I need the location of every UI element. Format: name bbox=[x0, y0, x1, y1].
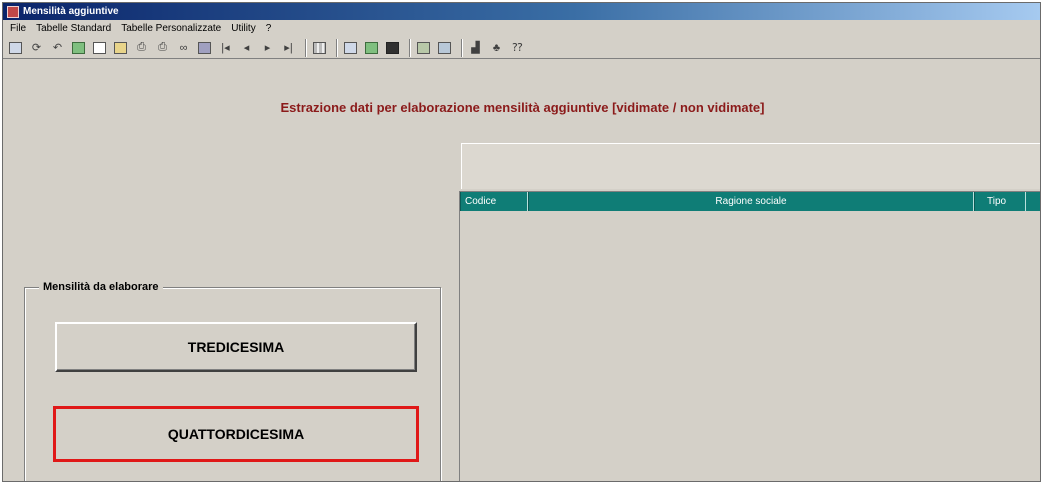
open-folder-icon[interactable] bbox=[112, 39, 129, 56]
title-bar[interactable]: Mensilità aggiuntive bbox=[3, 3, 1040, 20]
save-icon[interactable] bbox=[7, 39, 24, 56]
previous-record-icon[interactable]: ◂ bbox=[238, 39, 255, 56]
menu-file[interactable]: File bbox=[5, 23, 31, 34]
toolbar-separator bbox=[409, 38, 411, 57]
refresh-icon[interactable]: ⟳ bbox=[28, 39, 45, 56]
tree-icon[interactable]: ♣ bbox=[488, 39, 505, 56]
toolbar-separator bbox=[336, 38, 338, 57]
app-window: Mensilità aggiuntive File Tabelle Standa… bbox=[2, 2, 1041, 482]
grid-icon[interactable] bbox=[311, 39, 328, 56]
companies-grid[interactable]: Codice Ragione sociale Tipo bbox=[459, 191, 1040, 481]
menu-bar: File Tabelle Standard Tabelle Personaliz… bbox=[3, 20, 1040, 37]
toolbar-separator bbox=[305, 38, 307, 57]
toolbar-separator bbox=[461, 38, 463, 57]
column-header-codice[interactable]: Codice bbox=[460, 192, 528, 211]
help-icon[interactable]: ⁇ bbox=[509, 39, 526, 56]
toolbar: ⟳ ↶ ⎙ ⎙ ∞ |◂ ◂ ▸ ▸| ▟ ♣ ⁇ bbox=[3, 37, 1040, 59]
export-icon[interactable] bbox=[436, 39, 453, 56]
mensilita-groupbox: Mensilità da elaborare TREDICESIMA QUATT… bbox=[24, 281, 441, 481]
chart-icon[interactable] bbox=[342, 39, 359, 56]
grid-header: Codice Ragione sociale Tipo bbox=[460, 192, 1040, 211]
column-header-tipo[interactable]: Tipo bbox=[974, 192, 1026, 211]
quattordicesima-button[interactable]: QUATTORDICESIMA bbox=[53, 406, 419, 462]
menu-help[interactable]: ? bbox=[261, 23, 277, 34]
filter-panel bbox=[461, 143, 1040, 189]
report-icon[interactable] bbox=[415, 39, 432, 56]
page-heading: Estrazione dati per elaborazione mensili… bbox=[280, 100, 765, 115]
print-preview-icon[interactable]: ⎙ bbox=[154, 39, 171, 56]
calendar-icon[interactable] bbox=[363, 39, 380, 56]
folder-icon[interactable] bbox=[196, 39, 213, 56]
user-icon[interactable] bbox=[70, 39, 87, 56]
app-icon bbox=[7, 5, 19, 18]
last-record-icon[interactable]: ▸| bbox=[280, 39, 297, 56]
terminal-icon[interactable] bbox=[384, 39, 401, 56]
undo-icon[interactable]: ↶ bbox=[49, 39, 66, 56]
binoculars-icon[interactable]: ∞ bbox=[175, 39, 192, 56]
window-title: Mensilità aggiuntive bbox=[23, 6, 119, 17]
tredicesima-button[interactable]: TREDICESIMA bbox=[55, 322, 417, 372]
menu-utility[interactable]: Utility bbox=[226, 23, 260, 34]
menu-tabelle-personalizzate[interactable]: Tabelle Personalizzate bbox=[116, 23, 226, 34]
first-record-icon[interactable]: |◂ bbox=[217, 39, 234, 56]
new-document-icon[interactable] bbox=[91, 39, 108, 56]
menu-tabelle-standard[interactable]: Tabelle Standard bbox=[31, 23, 116, 34]
stats-icon[interactable]: ▟ bbox=[467, 39, 484, 56]
column-header-ragione-sociale[interactable]: Ragione sociale bbox=[528, 192, 974, 211]
print-icon[interactable]: ⎙ bbox=[133, 39, 150, 56]
next-record-icon[interactable]: ▸ bbox=[259, 39, 276, 56]
groupbox-label: Mensilità da elaborare bbox=[39, 281, 163, 293]
